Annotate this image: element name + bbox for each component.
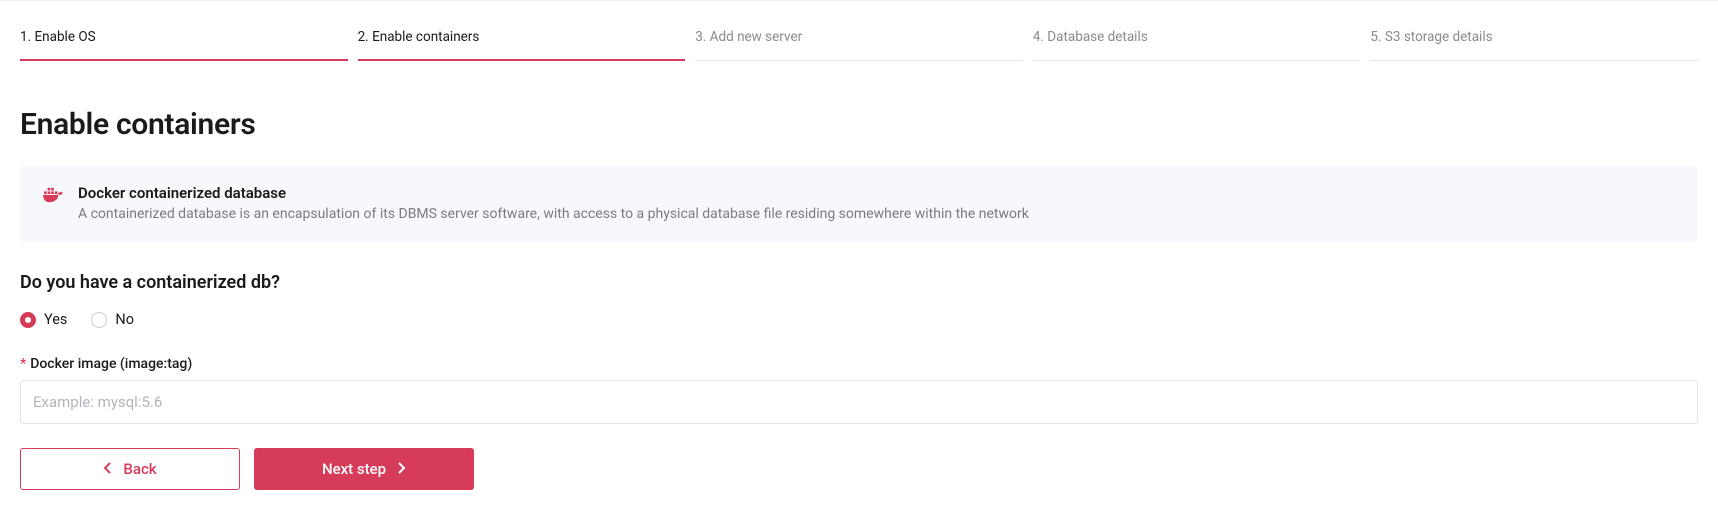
docker-info-card: Docker containerized database A containe… <box>20 166 1698 242</box>
step-enable-containers[interactable]: 2. Enable containers <box>358 29 686 61</box>
chevron-right-icon <box>396 460 406 478</box>
wizard-steps: 1. Enable OS 2. Enable containers 3. Add… <box>20 1 1698 61</box>
radio-label: No <box>115 311 134 328</box>
field-label-text: Docker image (image:tag) <box>30 356 192 372</box>
chevron-left-icon <box>103 460 113 478</box>
radio-dot-icon <box>91 312 107 328</box>
radio-dot-icon <box>20 312 36 328</box>
next-step-button[interactable]: Next step <box>254 448 474 490</box>
step-label: 4. Database details <box>1033 29 1148 45</box>
step-database-details[interactable]: 4. Database details <box>1033 29 1361 61</box>
docker-icon <box>42 186 64 208</box>
radio-label: Yes <box>44 311 67 328</box>
radio-no[interactable]: No <box>91 311 134 328</box>
step-enable-os[interactable]: 1. Enable OS <box>20 29 348 61</box>
info-subtitle: A containerized database is an encapsula… <box>78 206 1029 222</box>
step-label: 3. Add new server <box>695 29 802 45</box>
radio-group: Yes No <box>20 311 1698 328</box>
step-label: 2. Enable containers <box>358 29 480 45</box>
back-button-label: Back <box>123 460 156 478</box>
step-add-new-server[interactable]: 3. Add new server <box>695 29 1023 61</box>
back-button[interactable]: Back <box>20 448 240 490</box>
page-title: Enable containers <box>20 107 1698 142</box>
required-mark: * <box>20 356 26 372</box>
docker-image-input[interactable] <box>20 380 1698 424</box>
docker-image-label: *Docker image (image:tag) <box>20 356 1698 372</box>
step-label: 1. Enable OS <box>20 29 96 45</box>
next-step-button-label: Next step <box>322 460 386 478</box>
question-label: Do you have a containerized db? <box>20 272 1698 293</box>
step-s3-storage-details[interactable]: 5. S3 storage details <box>1370 29 1698 61</box>
step-label: 5. S3 storage details <box>1370 29 1492 45</box>
info-title: Docker containerized database <box>78 184 1029 202</box>
radio-yes[interactable]: Yes <box>20 311 67 328</box>
